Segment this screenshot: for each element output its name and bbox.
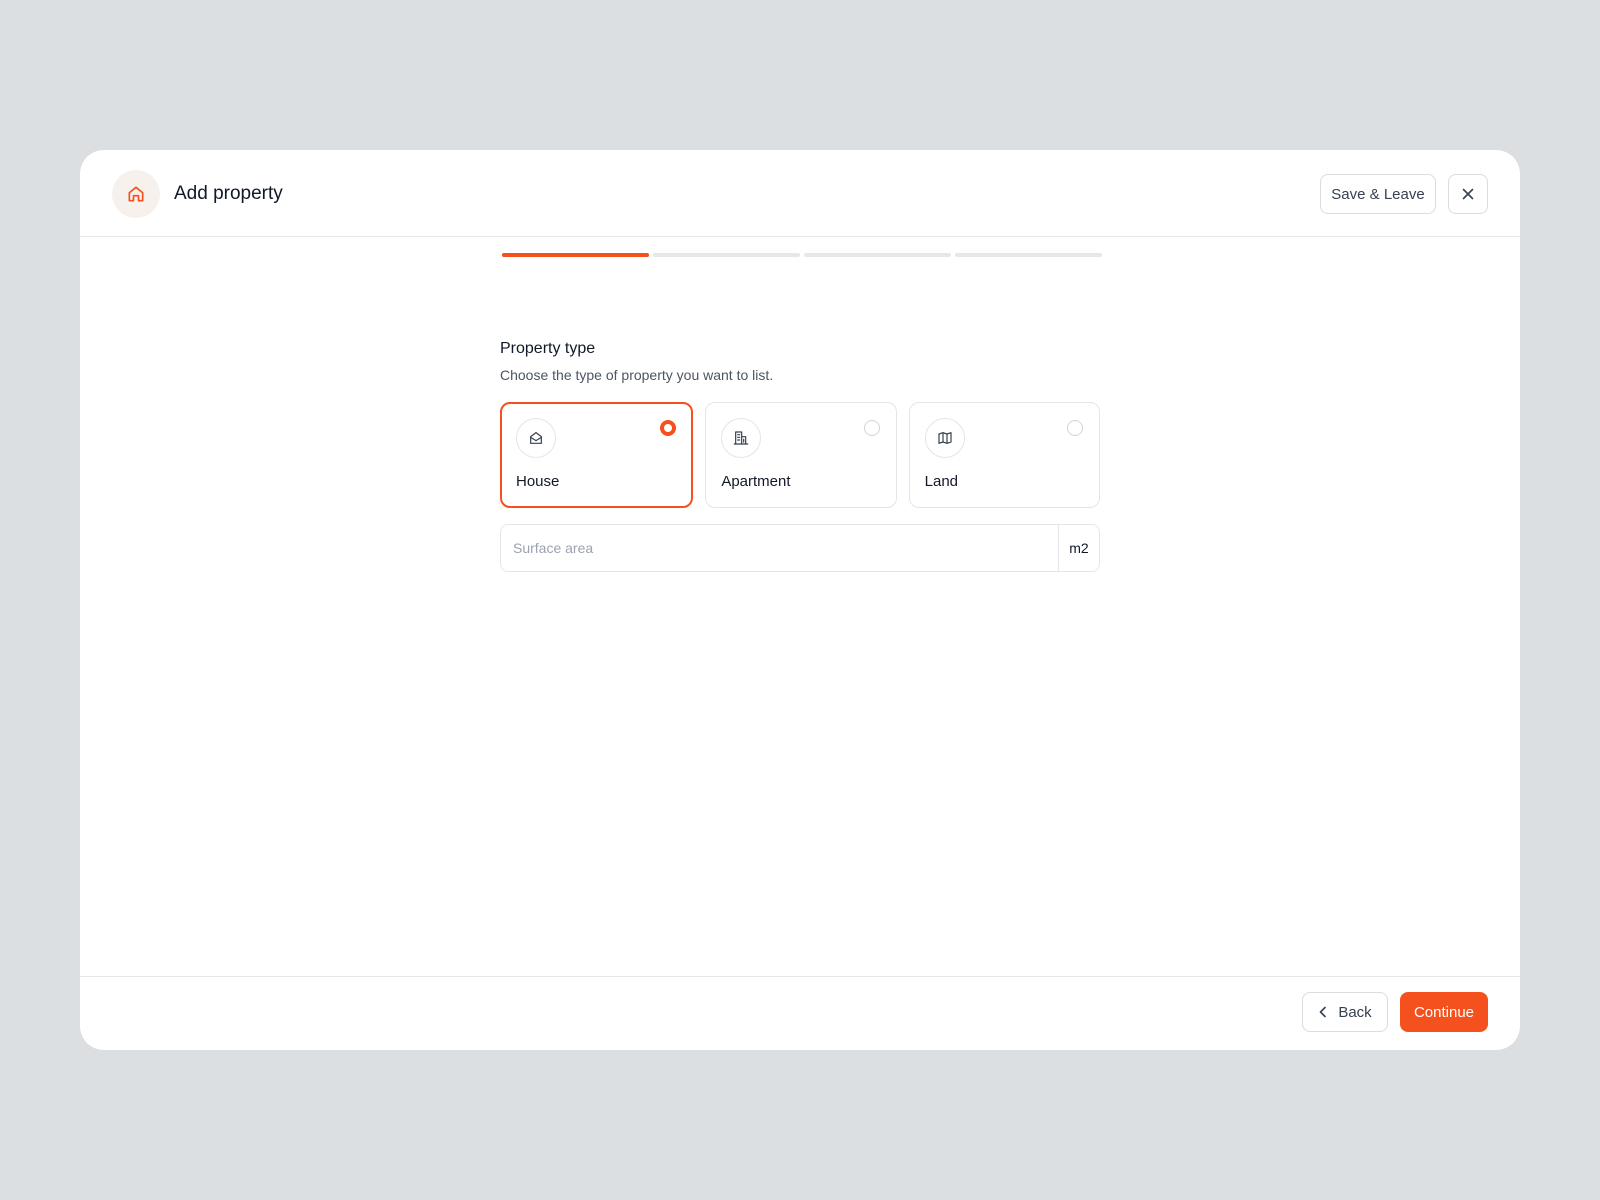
progress-step-1 [502,253,649,257]
modal-header: Add property Save & Leave [80,150,1520,237]
progress-step-4 [955,253,1102,257]
building-icon [721,418,762,458]
surface-area-field: m2 [500,524,1100,572]
progress-step-2 [653,253,800,257]
close-icon [1462,188,1474,200]
option-land-radio[interactable] [1066,420,1083,436]
option-house-radio[interactable] [660,420,677,436]
option-apartment-label: Apartment [721,473,791,490]
surface-unit-label: m2 [1058,525,1099,571]
modal-footer: Back Continue [80,976,1520,1050]
continue-button[interactable]: Continue [1400,992,1488,1032]
home-icon [112,170,160,218]
option-house[interactable]: House [500,402,694,508]
option-apartment-radio[interactable] [863,420,880,436]
section-title: Property type [500,340,596,357]
option-house-label: House [516,473,560,490]
back-button[interactable]: Back [1302,992,1388,1032]
property-type-options: House Apartment Land [500,402,1100,508]
chevron-left-icon [1318,1006,1328,1018]
option-land-label: Land [924,473,959,490]
progress-step-3 [804,253,951,257]
save-and-leave-button[interactable]: Save & Leave [1320,174,1436,214]
close-button[interactable] [1448,174,1488,214]
map-icon [924,418,965,458]
app-frame: Add property Save & Leave Property type … [0,0,1600,1200]
progress-step-1-fill [502,253,649,257]
back-button-label: Back [1338,1003,1372,1021]
add-property-modal: Add property Save & Leave Property type … [80,150,1520,1050]
page-title: Add property [174,183,283,204]
surface-area-input[interactable] [501,525,1058,571]
section-subtitle: Choose the type of property you want to … [500,367,774,383]
step-progress-bar [502,253,1102,257]
option-land[interactable]: Land [908,402,1100,508]
house-icon [516,418,556,458]
option-apartment[interactable]: Apartment [705,402,897,508]
